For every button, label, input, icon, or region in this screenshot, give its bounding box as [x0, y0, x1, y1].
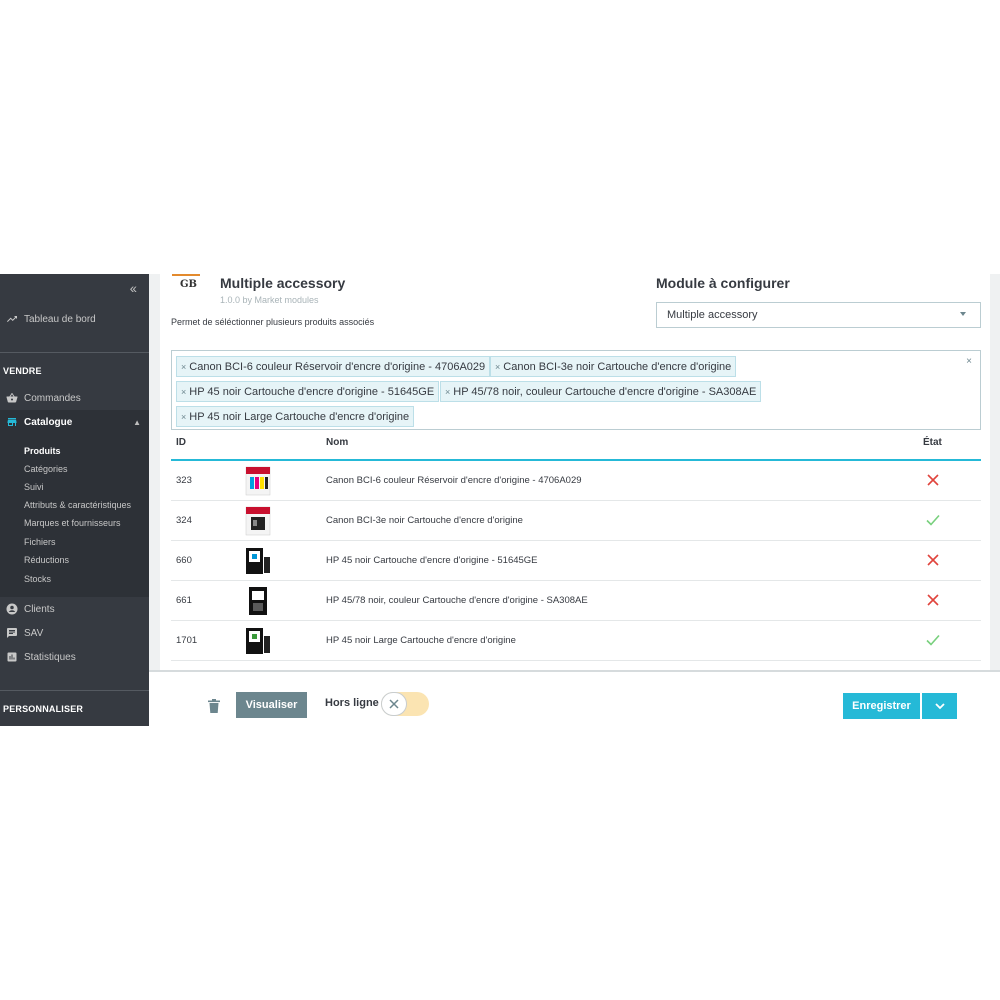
submenu-item-discounts[interactable]: Réductions: [24, 555, 69, 565]
row-id: 661: [176, 595, 192, 606]
submenu-item-brands[interactable]: Marques et fournisseurs: [24, 518, 121, 528]
disabled-x-icon[interactable]: [926, 593, 940, 607]
product-tag[interactable]: × Canon BCI-3e noir Cartouche d'encre d'…: [490, 356, 737, 377]
bar-chart-icon: [0, 651, 24, 663]
module-title: Multiple accessory: [220, 275, 346, 291]
sidebar-item-customers[interactable]: Clients: [0, 597, 149, 621]
sidebar-divider: [0, 690, 149, 691]
product-thumbnail: [246, 628, 270, 654]
product-thumbnail: [245, 506, 271, 536]
column-header-state[interactable]: État: [923, 437, 942, 448]
product-tag[interactable]: × HP 45 noir Large Cartouche d'encre d'o…: [176, 406, 415, 427]
sidebar-item-label: Tableau de bord: [24, 313, 96, 325]
enabled-check-icon[interactable]: [926, 513, 940, 527]
sidebar-divider: [0, 352, 149, 353]
remove-tag-icon[interactable]: ×: [445, 387, 450, 397]
table-row[interactable]: 323 Canon BCI-6 couleur Réservoir d'encr…: [171, 461, 981, 501]
disabled-x-icon[interactable]: [926, 553, 940, 567]
row-id: 660: [176, 555, 192, 566]
row-name: Canon BCI-6 couleur Réservoir d'encre d'…: [326, 475, 582, 486]
remove-tag-icon[interactable]: ×: [181, 387, 186, 397]
row-name: HP 45 noir Cartouche d'encre d'origine -…: [326, 555, 538, 566]
app-window: ‹‹ Tableau de bord VENDRE Commandes Cata…: [0, 274, 1000, 726]
product-tag[interactable]: × Canon BCI-6 couleur Réservoir d'encre …: [176, 356, 491, 377]
sidebar-item-label: Commandes: [24, 392, 81, 404]
row-name: HP 45 noir Large Cartouche d'encre d'ori…: [326, 635, 516, 646]
product-tag[interactable]: × HP 45/78 noir, couleur Cartouche d'enc…: [440, 381, 762, 402]
sidebar-item-catalog[interactable]: Catalogue ▲: [0, 410, 149, 434]
chat-icon: [0, 627, 24, 639]
product-thumbnail: [245, 466, 271, 496]
close-icon: [389, 699, 399, 709]
enabled-check-icon[interactable]: [926, 633, 940, 647]
scrollbar[interactable]: [990, 274, 1000, 672]
submenu-item-files[interactable]: Fichiers: [24, 537, 56, 547]
sidebar-item-stats[interactable]: Statistiques: [0, 645, 149, 669]
preview-button[interactable]: Visualiser: [236, 692, 307, 718]
module-description: Permet de séléctionner plusieurs produit…: [171, 317, 375, 327]
chevron-down-icon: [934, 702, 945, 709]
double-chevron-left-icon[interactable]: ‹‹: [130, 280, 137, 296]
remove-tag-icon[interactable]: ×: [181, 362, 186, 372]
module-select-value: Multiple accessory: [667, 309, 758, 321]
user-circle-icon: [0, 603, 24, 615]
submenu-item-monitoring[interactable]: Suivi: [24, 482, 44, 492]
row-name: Canon BCI-3e noir Cartouche d'encre d'or…: [326, 515, 523, 526]
row-id: 1701: [176, 635, 198, 646]
module-version: 1.0.0 by Market modules: [220, 295, 319, 305]
trending-icon: [0, 313, 24, 325]
sidebar-item-dashboard[interactable]: Tableau de bord: [0, 307, 149, 331]
sidebar: ‹‹ Tableau de bord VENDRE Commandes Cata…: [0, 274, 149, 726]
save-button[interactable]: Enregistrer: [843, 693, 920, 719]
submenu-item-attributes[interactable]: Attributs & caractéristiques: [24, 500, 131, 510]
submenu-item-categories[interactable]: Catégories: [24, 464, 68, 474]
remove-tag-icon[interactable]: ×: [495, 362, 500, 372]
store-icon: [0, 416, 24, 428]
column-header-name[interactable]: Nom: [326, 437, 348, 448]
module-logo-text: GB: [180, 279, 197, 290]
online-toggle[interactable]: [381, 692, 429, 716]
module-logo: GB: [172, 274, 200, 296]
product-tag-input[interactable]: × Canon BCI-6 couleur Réservoir d'encre …: [171, 350, 981, 430]
config-title: Module à configurer: [656, 275, 790, 291]
caret-down-icon: [960, 312, 966, 316]
remove-tag-icon[interactable]: ×: [181, 412, 186, 422]
disabled-x-icon[interactable]: [926, 473, 940, 487]
sidebar-item-label: Statistiques: [24, 651, 76, 663]
sidebar-section-sell: VENDRE: [3, 366, 42, 376]
row-id: 324: [176, 515, 192, 526]
product-thumbnail: [246, 548, 270, 574]
submenu-item-products[interactable]: Produits: [24, 446, 61, 456]
sidebar-item-label: SAV: [24, 627, 44, 639]
row-name: HP 45/78 noir, couleur Cartouche d'encre…: [326, 595, 588, 606]
save-options-button[interactable]: [922, 693, 957, 719]
toggle-knob[interactable]: [381, 692, 407, 716]
table-row[interactable]: 1701 HP 45 noir Large Cartouche d'encre …: [171, 621, 981, 661]
sidebar-item-label: Catalogue: [24, 416, 73, 428]
table-row[interactable]: 324 Canon BCI-3e noir Cartouche d'encre …: [171, 501, 981, 541]
clear-all-icon[interactable]: ×: [966, 356, 972, 367]
product-thumbnail: [249, 587, 267, 615]
sidebar-item-label: Clients: [24, 603, 55, 615]
product-tag[interactable]: × HP 45 noir Cartouche d'encre d'origine…: [176, 381, 440, 402]
column-header-id[interactable]: ID: [176, 437, 186, 448]
row-id: 323: [176, 475, 192, 486]
module-select[interactable]: Multiple accessory: [656, 302, 981, 328]
catalog-submenu: [0, 434, 149, 597]
basket-icon: [0, 392, 24, 404]
chevron-up-icon: ▲: [133, 417, 141, 427]
sidebar-item-support[interactable]: SAV: [0, 621, 149, 645]
sidebar-section-customize: PERSONNALISER: [3, 704, 84, 714]
submenu-item-stocks[interactable]: Stocks: [24, 574, 51, 584]
trash-icon[interactable]: [208, 699, 220, 713]
sidebar-item-orders[interactable]: Commandes: [0, 386, 149, 410]
table-row[interactable]: 660 HP 45 noir Cartouche d'encre d'origi…: [171, 541, 981, 581]
table-row[interactable]: 661 HP 45/78 noir, couleur Cartouche d'e…: [171, 581, 981, 621]
offline-label: Hors ligne: [325, 697, 379, 709]
